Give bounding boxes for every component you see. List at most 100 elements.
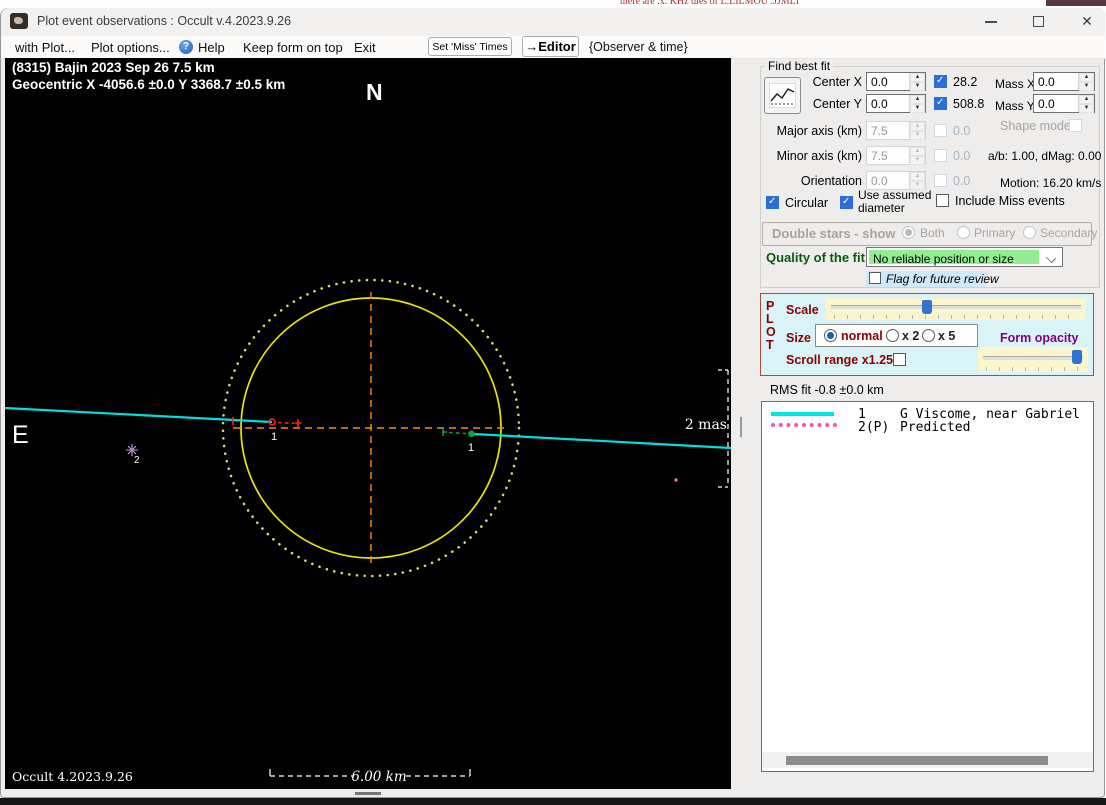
size-label: Size bbox=[786, 331, 812, 345]
orientation-checkbox bbox=[934, 174, 947, 187]
major-axis-check-value: 0.0 bbox=[953, 124, 971, 138]
size-normal-radio[interactable] bbox=[824, 329, 837, 342]
observer-list[interactable]: 1 G Viscome, near Gabriel 2(P) Predicted bbox=[761, 401, 1094, 772]
menu-exit[interactable]: Exit bbox=[354, 40, 376, 55]
center-x-spinner[interactable]: 0.0 ▲ ▼ bbox=[866, 72, 926, 91]
quality-dropdown[interactable]: No reliable position or size bbox=[866, 247, 1063, 267]
desktop-bottom-strip bbox=[0, 798, 1106, 805]
ab-dmag-label: a/b: 1.00, dMag: 0.00 bbox=[988, 149, 1102, 163]
include-miss-checkbox[interactable] bbox=[936, 194, 949, 207]
fit-x-checkbox[interactable] bbox=[934, 75, 947, 88]
shape-model-checkbox bbox=[1069, 119, 1082, 132]
include-miss-label: Include Miss events bbox=[955, 194, 1065, 208]
center-x-up[interactable]: ▲ bbox=[910, 73, 925, 82]
size-x5-radio[interactable] bbox=[922, 329, 935, 342]
form-opacity-ticks bbox=[986, 367, 1082, 371]
find-best-fit-title: Find best fit bbox=[765, 59, 834, 73]
scale-label: Scale bbox=[786, 303, 819, 317]
center-y-label: Center Y bbox=[812, 97, 862, 111]
orientation-label: Orientation bbox=[800, 174, 862, 188]
quality-selected: No reliable position or size bbox=[869, 250, 1039, 266]
scale-slider-thumb[interactable] bbox=[922, 300, 932, 314]
plot-version-label: Occult 4.2023.9.26 bbox=[12, 769, 133, 784]
center-y-spinner[interactable]: 0.0 ▲ ▼ bbox=[866, 94, 926, 113]
mass-y-up[interactable]: ▲ bbox=[1079, 95, 1094, 104]
size-radio-group: normal x 2 x 5 bbox=[815, 324, 978, 347]
set-miss-times-button[interactable]: Set 'Miss' Times bbox=[428, 37, 512, 56]
titlebar[interactable]: Plot event observations : Occult v.4.202… bbox=[1, 8, 1105, 36]
center-y-down[interactable]: ▼ bbox=[910, 104, 925, 113]
desktop: { "background": { "behind_text": "there … bbox=[0, 0, 1106, 805]
minor-axis-label: Minor axis (km) bbox=[776, 149, 862, 163]
orientation-value: 0.0 bbox=[871, 174, 888, 188]
scroll-range-checkbox[interactable] bbox=[893, 353, 906, 366]
mass-y-label: Mass Y bbox=[995, 99, 1035, 113]
flag-review-label: Flag for future review bbox=[886, 272, 999, 286]
north-label: N bbox=[366, 79, 383, 105]
close-icon: ✕ bbox=[1081, 14, 1093, 30]
form-opacity-thumb[interactable] bbox=[1072, 350, 1082, 364]
minimize-button[interactable] bbox=[974, 8, 1008, 36]
legend-chord-line bbox=[771, 412, 834, 416]
size-x2-radio[interactable] bbox=[886, 329, 899, 342]
maximize-button[interactable] bbox=[1022, 8, 1056, 36]
editor-label: →Editor bbox=[525, 39, 576, 54]
center-x-down[interactable]: ▼ bbox=[910, 82, 925, 91]
menu-keep-on-top[interactable]: Keep form on top bbox=[243, 40, 343, 55]
size-x5-label: x 5 bbox=[938, 329, 956, 343]
form-opacity-slider[interactable] bbox=[978, 347, 1088, 372]
minor-axis-value: 7.5 bbox=[871, 149, 888, 163]
mas-scale-label: 2 mas bbox=[685, 417, 727, 433]
size-normal-label: normal bbox=[841, 329, 883, 343]
mass-x-spinner[interactable]: 0.0 ▲ ▼ bbox=[1033, 72, 1095, 91]
plot-header-line1: (8315) Bajin 2023 Sep 26 7.5 km bbox=[12, 60, 215, 75]
scroll-range-label: Scroll range x1.25 bbox=[786, 353, 894, 367]
minor-axis-spinner: 7.5 ▲ ▼ bbox=[866, 146, 926, 165]
chord1-ingress-number: 1 bbox=[271, 431, 277, 443]
mass-x-label: Mass X bbox=[995, 77, 1036, 91]
mass-x-down[interactable]: ▼ bbox=[1079, 82, 1094, 91]
menu-with-plot[interactable]: with Plot... bbox=[15, 40, 75, 55]
legend-name: Predicted bbox=[900, 420, 971, 435]
minor-axis-check-value: 0.0 bbox=[953, 149, 971, 163]
fit-y-checkbox[interactable] bbox=[934, 97, 947, 110]
panel-divider bbox=[740, 417, 742, 437]
form-opacity-label: Form opacity bbox=[1000, 331, 1079, 345]
center-y-up[interactable]: ▲ bbox=[910, 95, 925, 104]
plot-header-line2: Geocentric X -4056.6 ±0.0 Y 3368.7 ±0.5 … bbox=[12, 77, 285, 92]
major-axis-spinner: 7.5 ▲ ▼ bbox=[866, 121, 926, 140]
center-x-value: 0.0 bbox=[871, 75, 888, 89]
mass-y-spinner[interactable]: 0.0 ▲ ▼ bbox=[1033, 94, 1095, 113]
scale-slider[interactable] bbox=[826, 298, 1086, 320]
mass-y-value: 0.0 bbox=[1038, 97, 1055, 111]
double-stars-title: Double stars - show bbox=[772, 226, 896, 241]
menu-plot-options[interactable]: Plot options... bbox=[91, 40, 170, 55]
help-icon: ? bbox=[179, 40, 193, 54]
legend-num: 2(P) bbox=[858, 420, 890, 435]
major-axis-label: Major axis (km) bbox=[776, 124, 862, 138]
reappearance-marker bbox=[468, 430, 475, 438]
scale-slider-ticks bbox=[834, 315, 1080, 319]
double-primary-label: Primary bbox=[974, 226, 1016, 240]
legend-hscrollbar-thumb[interactable] bbox=[786, 756, 1048, 765]
form-opacity-track bbox=[983, 356, 1083, 360]
mass-x-up[interactable]: ▲ bbox=[1079, 73, 1094, 82]
mass-y-down[interactable]: ▼ bbox=[1079, 104, 1094, 113]
editor-button[interactable]: →Editor bbox=[522, 36, 579, 57]
run-fit-button[interactable] bbox=[764, 77, 801, 114]
occultation-plot[interactable]: 1 1 2 (8315) Bajin 2023 Sep 26 7.5 km Ge… bbox=[5, 58, 731, 789]
quality-label: Quality of the fit bbox=[766, 250, 865, 265]
background-window-text: there are .x. KHz dies of L.LILMOU .JJML… bbox=[620, 0, 800, 7]
legend-hscrollbar[interactable] bbox=[762, 752, 1093, 768]
circular-checkbox[interactable] bbox=[766, 196, 779, 209]
center-x-label: Center X bbox=[812, 75, 862, 89]
menu-help[interactable]: Help bbox=[198, 40, 225, 55]
legend-item[interactable]: 2(P) Predicted bbox=[762, 419, 1093, 435]
orientation-check-value: 0.0 bbox=[953, 174, 971, 188]
reappearance-uncertainty bbox=[448, 431, 467, 435]
size-x2-label: x 2 bbox=[902, 329, 920, 343]
use-assumed-checkbox[interactable] bbox=[840, 196, 853, 209]
close-button[interactable]: ✕ bbox=[1069, 8, 1105, 36]
flag-review-checkbox[interactable] bbox=[869, 272, 881, 284]
motion-label: Motion: 16.20 km/s bbox=[1000, 176, 1102, 190]
